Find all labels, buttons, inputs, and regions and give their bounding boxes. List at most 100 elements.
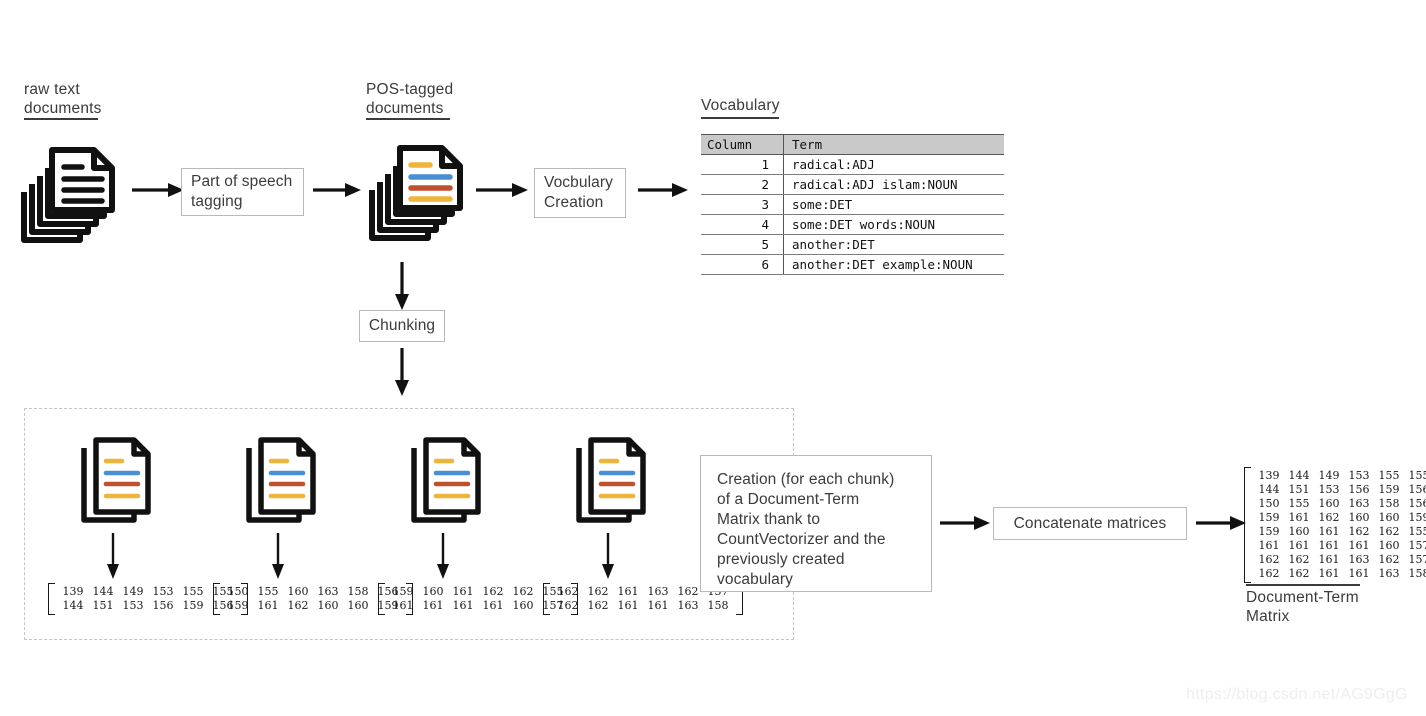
matrix-cell: 151 <box>92 599 114 612</box>
vocab-column-value: 3 <box>701 194 784 215</box>
vocabulary-creation-box[interactable]: Vocbulary Creation <box>534 168 626 218</box>
arrow-vocab-creation-to-table <box>638 180 688 205</box>
matrix-cell: 160 <box>1348 511 1370 524</box>
matrix-cell: 161 <box>1288 539 1310 552</box>
vocabulary-underline <box>701 117 779 119</box>
chunk-document-icon-4 <box>573 432 649 532</box>
chunk-document-icon-1 <box>78 432 154 532</box>
matrix-row: 161 161 161 161 160 157 <box>388 599 568 613</box>
matrix-cell: 160 <box>512 599 534 612</box>
matrix-cell: 149 <box>122 585 144 598</box>
matrix-cell: 162 <box>1318 511 1340 524</box>
matrix-cell: 157 <box>1408 553 1426 566</box>
matrix-cell: 160 <box>1378 539 1400 552</box>
arrow-pos-box-to-pos-docs <box>313 180 361 205</box>
vocab-term-value: another:DET example:NOUN <box>783 254 1004 275</box>
matrix-cell: 160 <box>287 585 309 598</box>
matrix-cell: 158 <box>347 585 369 598</box>
matrix-cell: 162 <box>1378 553 1400 566</box>
matrix-cell: 159 <box>227 599 249 612</box>
concatenate-matrices-box[interactable]: Concatenate matrices <box>993 507 1187 540</box>
matrix-cell: 161 <box>257 599 279 612</box>
vocab-term-value: another:DET <box>783 234 1004 255</box>
matrix-cell: 155 <box>1408 469 1426 482</box>
matrix-cell: 156 <box>1408 497 1426 510</box>
matrix-cell: 163 <box>1348 497 1370 510</box>
diagram-canvas: raw text documents Part of speech taggin… <box>0 0 1426 716</box>
chunking-box[interactable]: Chunking <box>359 310 445 342</box>
dtm-creation-box[interactable]: Creation (for each chunk) of a Document-… <box>700 455 932 592</box>
matrix-cell: 159 <box>392 585 414 598</box>
matrix-row: 161 161 161 161 160 157 <box>1254 539 1426 553</box>
matrix-cell: 162 <box>512 585 534 598</box>
matrix-row: 159 161 162 160 160 159 <box>223 599 403 613</box>
matrix-row: 144 151 153 156 159 156 <box>58 599 238 613</box>
matrix-cell: 144 <box>1288 469 1310 482</box>
table-row: 6 another:DET example:NOUN <box>701 254 1004 275</box>
document-term-matrix-label: Document-Term Matrix <box>1246 589 1359 625</box>
vocabulary-table-header-row: Column Term <box>701 134 1004 155</box>
vocab-term-value: radical:ADJ islam:NOUN <box>783 174 1004 195</box>
table-row: 1 radical:ADJ <box>701 154 1004 175</box>
matrix-cell: 156 <box>1348 483 1370 496</box>
matrix-cell: 156 <box>1408 483 1426 496</box>
vocabulary-header-column: Column <box>701 134 784 155</box>
matrix-cell: 163 <box>647 585 669 598</box>
vocabulary-label: Vocabulary <box>701 97 780 114</box>
matrix-cell: 161 <box>617 585 639 598</box>
matrix-cell: 151 <box>1288 483 1310 496</box>
matrix-cell: 162 <box>1378 525 1400 538</box>
matrix-cell: 160 <box>347 599 369 612</box>
matrix-cell: 160 <box>1318 497 1340 510</box>
vocab-term-value: radical:ADJ <box>783 154 1004 175</box>
chunk-document-icon-3 <box>408 432 484 532</box>
vocabulary-table: Column Term 1 radical:ADJ 2 radical:ADJ … <box>701 134 1004 275</box>
matrix-cell: 161 <box>1348 539 1370 552</box>
vocab-column-value: 4 <box>701 214 784 235</box>
matrix-row: 144 151 153 156 159 156 <box>1254 483 1426 497</box>
matrix-cell: 160 <box>1378 511 1400 524</box>
arrow-dtm-to-concatenate <box>940 513 990 538</box>
matrix-cell: 159 <box>1408 511 1426 524</box>
arrow-raw-to-pos <box>132 180 184 205</box>
matrix-cell: 163 <box>317 585 339 598</box>
matrix-cell: 162 <box>1258 567 1280 580</box>
vocab-column-value: 6 <box>701 254 784 275</box>
matrix-cell: 144 <box>92 585 114 598</box>
matrix-bracket-left <box>1244 467 1251 583</box>
arrow-chunking-to-chunks <box>392 348 412 401</box>
matrix-cell: 162 <box>482 585 504 598</box>
pos-tagged-documents-underline <box>366 118 450 120</box>
matrix-cell: 163 <box>1348 553 1370 566</box>
matrix-cell: 156 <box>152 599 174 612</box>
matrix-cell: 162 <box>1288 567 1310 580</box>
document-term-matrix: 139 144 149 153 155 155 144 151 153 156 … <box>1244 467 1426 583</box>
vocab-column-value: 2 <box>701 174 784 195</box>
vocab-term-value: some:DET <box>783 194 1004 215</box>
matrix-cell: 159 <box>182 599 204 612</box>
matrix-cell: 153 <box>1318 483 1340 496</box>
matrix-cell: 162 <box>1288 553 1310 566</box>
pos-tagging-box[interactable]: Part of speech tagging <box>181 168 304 216</box>
matrix-cell: 161 <box>1258 539 1280 552</box>
matrix-cell: 161 <box>482 599 504 612</box>
matrix-bracket-left <box>48 583 55 615</box>
matrix-cell: 161 <box>1318 539 1340 552</box>
matrix-cell: 161 <box>452 599 474 612</box>
matrix-cell: 139 <box>62 585 84 598</box>
matrix-cell: 155 <box>1288 497 1310 510</box>
raw-text-documents-label: raw text documents <box>24 81 102 117</box>
matrix-cell: 159 <box>1258 511 1280 524</box>
matrix-cell: 144 <box>1258 483 1280 496</box>
matrix-row: 162 162 161 161 163 158 <box>1254 567 1426 581</box>
watermark-text: https://blog.csdn.net/AG9GgG <box>1186 686 1408 703</box>
matrix-cell: 161 <box>1318 553 1340 566</box>
matrix-row: 162 162 161 163 162 157 <box>1254 553 1426 567</box>
matrix-cell: 144 <box>62 599 84 612</box>
matrix-row: 159 161 162 160 160 159 <box>1254 511 1426 525</box>
matrix-cell: 155 <box>1378 469 1400 482</box>
table-row: 2 radical:ADJ islam:NOUN <box>701 174 1004 195</box>
matrix-row: 159 160 161 162 162 155 <box>1254 525 1426 539</box>
matrix-cell: 161 <box>1348 567 1370 580</box>
matrix-row: 139 144 149 153 155 155 <box>1254 469 1426 483</box>
